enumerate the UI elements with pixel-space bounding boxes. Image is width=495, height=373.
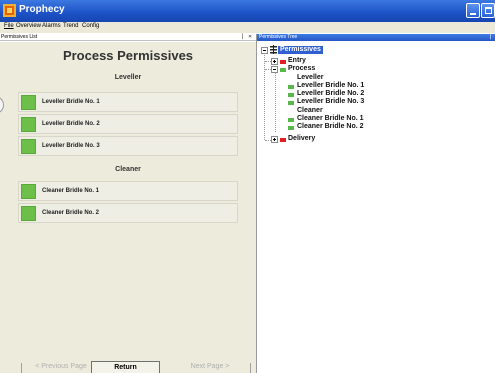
maximize-icon <box>485 7 492 14</box>
status-ok-icon <box>288 118 294 122</box>
tree-expand-toggle[interactable] <box>271 58 278 65</box>
previous-page-button[interactable]: < Previous Page <box>21 361 101 373</box>
page-title: Process Permissives <box>62 48 194 63</box>
menu-bar: File Overview Alarms Trend Config <box>0 22 495 33</box>
status-ok-icon <box>288 101 294 105</box>
tree-node-leveller-bridle-1[interactable]: Leveller Bridle No. 1 <box>297 82 364 90</box>
permissives-tree-title: Permissives Tree <box>259 34 298 40</box>
permissives-list-header: Permissives List ▕ ✕ <box>0 34 256 41</box>
permissives-root-icon <box>270 45 277 54</box>
status-fault-icon <box>280 60 286 64</box>
menu-file[interactable]: File <box>4 23 14 29</box>
permissive-label: Leveller Bridle No. 1 <box>42 99 100 105</box>
menu-overview[interactable]: Overview <box>16 23 41 29</box>
tree-expand-toggle[interactable] <box>271 136 278 143</box>
permissive-label: Leveller Bridle No. 3 <box>42 143 100 149</box>
permissive-row[interactable]: Cleaner Bridle No. 1 <box>18 181 238 201</box>
permissives-tree-panel <box>257 41 495 373</box>
status-ok-icon <box>288 93 294 97</box>
tree-connector <box>264 53 265 140</box>
tree-collapse-toggle[interactable] <box>261 47 268 54</box>
status-indicator <box>21 206 36 221</box>
minimize-icon <box>470 13 476 15</box>
status-indicator <box>21 184 36 199</box>
permissive-row[interactable]: Leveller Bridle No. 1 <box>18 92 238 112</box>
tree-collapse-toggle[interactable] <box>271 66 278 73</box>
permissives-list-title: Permissives List <box>1 34 38 40</box>
tree-root-permissives[interactable]: Permissives <box>278 46 323 54</box>
menu-trend[interactable]: Trend <box>63 23 78 29</box>
permissive-row[interactable]: Leveller Bridle No. 2 <box>18 114 238 134</box>
tree-node-leveller-bridle-2[interactable]: Leveller Bridle No. 2 <box>297 90 364 98</box>
tree-node-entry[interactable]: Entry <box>288 57 306 65</box>
nav-divider <box>250 363 251 373</box>
pin-icon[interactable]: ▕ <box>239 34 243 40</box>
title-bar[interactable]: Prophecy <box>0 0 495 22</box>
menu-config[interactable]: Config <box>82 23 99 29</box>
status-indicator <box>21 117 36 132</box>
return-button[interactable]: Return <box>91 361 160 373</box>
tree-node-leveller[interactable]: Leveller <box>297 74 323 82</box>
permissive-label: Cleaner Bridle No. 2 <box>42 210 100 216</box>
status-ok-icon <box>280 68 286 72</box>
status-ok-icon <box>288 126 294 130</box>
maximize-button[interactable] <box>481 3 495 18</box>
tree-node-leveller-bridle-3[interactable]: Leveller Bridle No. 3 <box>297 98 364 106</box>
status-indicator <box>21 139 36 154</box>
tree-node-cleaner-bridle-1[interactable]: Cleaner Bridle No. 1 <box>297 115 364 123</box>
close-icon[interactable]: ✕ <box>248 34 252 40</box>
status-ok-icon <box>288 85 294 89</box>
pin-icon[interactable]: ▕ <box>487 34 491 40</box>
tree-connector <box>275 73 276 132</box>
status-indicator <box>21 95 36 110</box>
menu-alarms[interactable]: Alarms <box>42 23 61 29</box>
tree-node-process[interactable]: Process <box>288 65 315 73</box>
minimize-button[interactable] <box>466 3 480 18</box>
status-fault-icon <box>280 138 286 142</box>
permissive-row[interactable]: Cleaner Bridle No. 2 <box>18 203 238 223</box>
group-title-leveller: Leveller <box>114 74 142 81</box>
tree-node-delivery[interactable]: Delivery <box>288 135 315 143</box>
permissive-label: Cleaner Bridle No. 1 <box>42 188 100 194</box>
next-page-button[interactable]: Next Page > <box>170 361 250 373</box>
window-title: Prophecy <box>19 4 65 15</box>
permissive-row[interactable]: Leveller Bridle No. 3 <box>18 136 238 156</box>
permissive-label: Leveller Bridle No. 2 <box>42 121 100 127</box>
nav-divider <box>21 363 22 373</box>
tree-node-cleaner-bridle-2[interactable]: Cleaner Bridle No. 2 <box>297 123 364 131</box>
permissives-tree-header: Permissives Tree ▕ <box>257 34 495 41</box>
group-title-cleaner: Cleaner <box>115 166 141 173</box>
tree-node-cleaner[interactable]: Cleaner <box>297 107 323 115</box>
app-window: Prophecy File Overview Alarms Trend Conf… <box>0 0 495 373</box>
app-icon <box>3 4 16 17</box>
